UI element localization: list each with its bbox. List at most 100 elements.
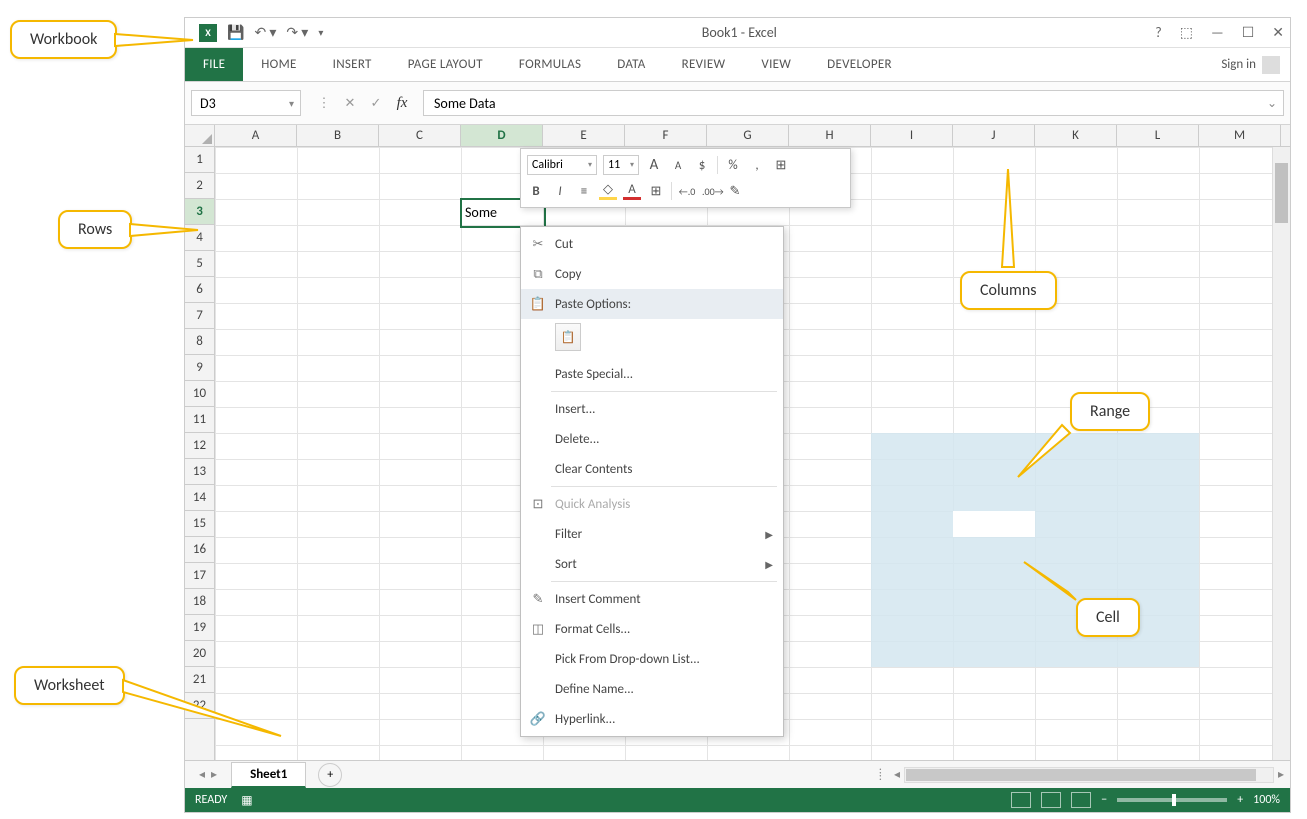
name-box[interactable]: D3: [191, 90, 301, 116]
paste-default-icon[interactable]: 📋: [555, 323, 581, 351]
close-icon[interactable]: ✕: [1272, 24, 1284, 41]
zoom-in-icon[interactable]: +: [1237, 793, 1243, 807]
col-header-c[interactable]: C: [379, 125, 461, 146]
row-header-20[interactable]: 20: [185, 641, 214, 667]
col-header-d[interactable]: D: [461, 125, 543, 146]
fontsize-select[interactable]: 11: [603, 155, 639, 175]
row-header-3[interactable]: 3: [185, 199, 214, 225]
menu-copy[interactable]: ⧉Copy: [521, 259, 783, 289]
tab-formulas[interactable]: FORMULAS: [501, 48, 599, 81]
zoom-level[interactable]: 100%: [1253, 793, 1280, 807]
menu-clear[interactable]: Clear Contents: [521, 454, 783, 484]
tab-developer[interactable]: DEVELOPER: [809, 48, 910, 81]
row-header-19[interactable]: 19: [185, 615, 214, 641]
row-header-7[interactable]: 7: [185, 303, 214, 329]
vertical-scrollbar[interactable]: [1272, 147, 1290, 760]
signin-area[interactable]: Sign in: [1221, 48, 1290, 81]
sheet-tab[interactable]: Sheet1: [231, 762, 306, 788]
menu-paste-special[interactable]: Paste Special...: [521, 359, 783, 389]
font-color-icon[interactable]: A: [623, 182, 641, 200]
increase-font-icon[interactable]: A: [645, 156, 663, 174]
row-header-18[interactable]: 18: [185, 589, 214, 615]
redo-icon[interactable]: ↷ ▾: [286, 24, 308, 41]
tab-pagelayout[interactable]: PAGE LAYOUT: [390, 48, 501, 81]
select-all-corner[interactable]: [185, 125, 215, 146]
menu-delete[interactable]: Delete...: [521, 424, 783, 454]
col-header-h[interactable]: H: [789, 125, 871, 146]
menu-sort[interactable]: Sort▶: [521, 549, 783, 579]
menu-paste-options[interactable]: 📋Paste Options:: [521, 289, 783, 319]
hscroll-thumb[interactable]: [906, 769, 1256, 781]
col-header-e[interactable]: E: [543, 125, 625, 146]
row-header-17[interactable]: 17: [185, 563, 214, 589]
tab-data[interactable]: DATA: [599, 48, 663, 81]
menu-pick-list[interactable]: Pick From Drop-down List...: [521, 644, 783, 674]
hscroll-right-icon[interactable]: ▸: [1278, 767, 1284, 782]
row-header-16[interactable]: 16: [185, 537, 214, 563]
pagebreak-view-icon[interactable]: [1071, 792, 1091, 808]
fx-icon[interactable]: fx: [389, 90, 415, 116]
hscroll-left-icon[interactable]: ◂: [894, 767, 900, 782]
help-icon[interactable]: ?: [1155, 24, 1162, 41]
percent-icon[interactable]: %: [724, 158, 742, 173]
col-header-f[interactable]: F: [625, 125, 707, 146]
tab-nav-left-icon[interactable]: ◂: [199, 767, 205, 782]
font-select[interactable]: Calibri: [527, 155, 597, 175]
col-header-l[interactable]: L: [1117, 125, 1199, 146]
bold-icon[interactable]: B: [527, 184, 545, 199]
cancel-icon[interactable]: ✕: [337, 90, 363, 116]
vdots-icon[interactable]: ⋮: [311, 90, 337, 116]
tab-nav-right-icon[interactable]: ▸: [211, 767, 217, 782]
undo-icon[interactable]: ↶ ▾: [254, 24, 276, 41]
decrease-decimal-icon[interactable]: .00→: [702, 185, 720, 198]
horizontal-scrollbar[interactable]: [904, 767, 1274, 783]
row-header-10[interactable]: 10: [185, 381, 214, 407]
save-icon[interactable]: 💾: [227, 24, 244, 41]
format-painter-icon[interactable]: ✎: [726, 184, 744, 199]
zoom-out-icon[interactable]: −: [1101, 793, 1107, 807]
tab-review[interactable]: REVIEW: [664, 48, 744, 81]
tab-insert[interactable]: INSERT: [315, 48, 390, 81]
increase-decimal-icon[interactable]: ←.0: [678, 185, 696, 198]
menu-format-cells[interactable]: ◫Format Cells...: [521, 614, 783, 644]
row-header-1[interactable]: 1: [185, 147, 214, 173]
col-header-k[interactable]: K: [1035, 125, 1117, 146]
menu-insert-comment[interactable]: ✎Insert Comment: [521, 584, 783, 614]
menu-define-name[interactable]: Define Name...: [521, 674, 783, 704]
row-header-9[interactable]: 9: [185, 355, 214, 381]
menu-cut[interactable]: ✂Cut: [521, 229, 783, 259]
normal-view-icon[interactable]: [1011, 792, 1031, 808]
row-header-13[interactable]: 13: [185, 459, 214, 485]
macro-record-icon[interactable]: ▦: [241, 793, 252, 808]
minimize-icon[interactable]: —: [1211, 24, 1224, 41]
zoom-slider[interactable]: [1117, 798, 1227, 802]
maximize-icon[interactable]: ☐: [1242, 24, 1255, 41]
col-header-g[interactable]: G: [707, 125, 789, 146]
row-header-11[interactable]: 11: [185, 407, 214, 433]
zoom-thumb[interactable]: [1172, 794, 1176, 806]
enter-icon[interactable]: ✓: [363, 90, 389, 116]
col-header-j[interactable]: J: [953, 125, 1035, 146]
menu-insert[interactable]: Insert...: [521, 394, 783, 424]
formula-input[interactable]: Some Data: [423, 90, 1284, 116]
comma-icon[interactable]: ,: [748, 158, 766, 173]
row-header-14[interactable]: 14: [185, 485, 214, 511]
fill-color-icon[interactable]: ◇: [599, 182, 617, 200]
currency-icon[interactable]: $: [693, 158, 711, 173]
row-header-5[interactable]: 5: [185, 251, 214, 277]
col-header-m[interactable]: M: [1199, 125, 1281, 146]
align-icon[interactable]: ≡: [575, 184, 593, 199]
page-layout-view-icon[interactable]: [1041, 792, 1061, 808]
row-header-15[interactable]: 15: [185, 511, 214, 537]
row-header-8[interactable]: 8: [185, 329, 214, 355]
col-header-i[interactable]: I: [871, 125, 953, 146]
tab-view[interactable]: VIEW: [743, 48, 809, 81]
border-icon[interactable]: ⊞: [647, 184, 665, 199]
menu-hyperlink[interactable]: 🔗Hyperlink...: [521, 704, 783, 734]
ribbon-display-icon[interactable]: ⬚: [1180, 24, 1193, 41]
row-header-2[interactable]: 2: [185, 173, 214, 199]
col-header-b[interactable]: B: [297, 125, 379, 146]
italic-icon[interactable]: I: [551, 184, 569, 199]
vscroll-thumb[interactable]: [1275, 163, 1288, 223]
hscroll-dots-icon[interactable]: ⁞: [879, 768, 890, 782]
